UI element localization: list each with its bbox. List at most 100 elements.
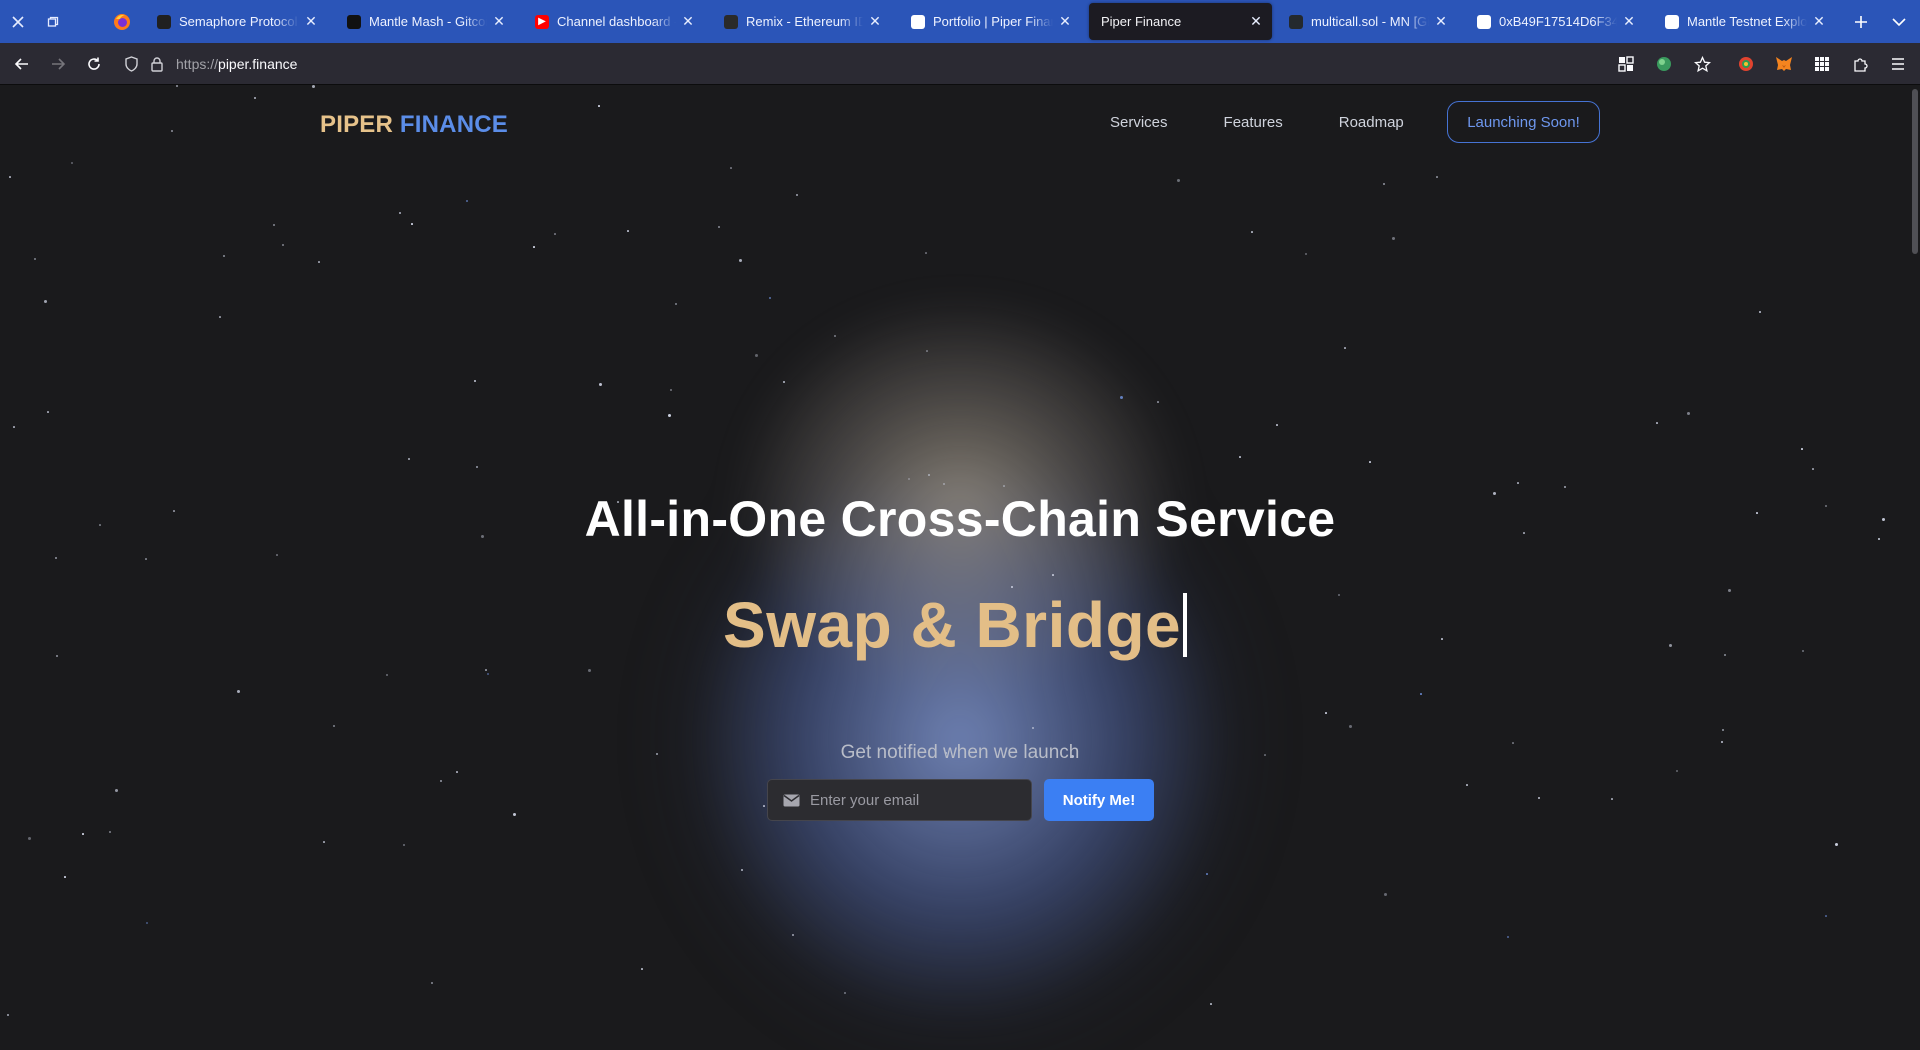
star <box>796 194 798 196</box>
hamburger-menu-icon <box>1892 58 1904 70</box>
lock-icon[interactable] <box>146 53 168 75</box>
reload-icon <box>88 57 100 70</box>
apps-grid-button[interactable] <box>1808 50 1836 78</box>
star <box>513 813 516 816</box>
bookmark-star-button[interactable] <box>1688 50 1716 78</box>
star <box>755 354 758 357</box>
forward-button[interactable] <box>44 50 72 78</box>
close-tab-icon[interactable]: ✕ <box>680 13 696 30</box>
back-button[interactable] <box>8 50 36 78</box>
star <box>668 414 671 417</box>
star <box>1835 843 1838 846</box>
reload-button[interactable] <box>80 50 108 78</box>
app-menu-button[interactable] <box>1884 50 1912 78</box>
vpn-globe-button[interactable] <box>1650 50 1678 78</box>
star <box>145 558 147 560</box>
tab-3[interactable]: ▶ Channel dashboard - Y ✕ <box>523 4 704 39</box>
close-tab-icon[interactable]: ✕ <box>303 13 319 30</box>
grid-icon <box>1815 57 1829 71</box>
star <box>1384 893 1387 896</box>
star <box>1383 183 1385 185</box>
site-logo[interactable]: PIPER FINANCE <box>320 111 508 139</box>
star <box>408 458 410 460</box>
star <box>9 176 11 178</box>
mantle-favicon-icon <box>1665 14 1679 29</box>
star <box>844 992 846 994</box>
star <box>792 934 794 936</box>
extension-colorful-button[interactable] <box>1732 50 1760 78</box>
extensions-button[interactable] <box>1846 50 1874 78</box>
notify-me-button[interactable]: Notify Me! <box>1044 779 1154 821</box>
launching-soon-button[interactable]: Launching Soon! <box>1447 101 1600 143</box>
url-host: piper.finance <box>218 56 298 72</box>
page-scrollbar[interactable] <box>1912 89 1918 254</box>
close-tab-icon[interactable]: ✕ <box>491 13 507 30</box>
pinned-tab-firefox[interactable] <box>96 0 148 43</box>
email-input[interactable] <box>810 791 1020 809</box>
star <box>1656 422 1658 424</box>
close-tab-icon[interactable]: ✕ <box>1248 13 1264 30</box>
tab-5[interactable]: Portfolio | Piper Financ ✕ <box>899 4 1081 39</box>
star <box>171 130 173 132</box>
star <box>487 673 489 675</box>
tab-4[interactable]: Remix - Ethereum IDE ✕ <box>712 4 891 39</box>
star <box>386 674 388 676</box>
star <box>1177 179 1180 182</box>
star <box>1466 784 1468 786</box>
star <box>1759 311 1761 313</box>
star <box>219 316 221 318</box>
star <box>223 255 225 257</box>
chevron-down-icon <box>1892 17 1906 26</box>
star <box>282 244 284 246</box>
close-tab-icon[interactable]: ✕ <box>1811 13 1827 30</box>
nav-services[interactable]: Services <box>1110 114 1168 131</box>
email-field[interactable] <box>767 779 1032 821</box>
globe-icon <box>1657 57 1671 71</box>
star <box>323 841 325 843</box>
close-tab-icon[interactable]: ✕ <box>1621 13 1637 30</box>
tab-6[interactable]: Piper Finance ✕ <box>1089 3 1272 40</box>
piper-favicon-icon <box>911 14 925 29</box>
star <box>763 805 765 807</box>
logo-piper: PIPER <box>320 111 394 138</box>
new-tab-button[interactable] <box>1848 0 1874 43</box>
list-all-tabs-button[interactable] <box>1886 0 1912 43</box>
star <box>254 97 256 99</box>
star <box>47 411 49 413</box>
mantle-favicon-icon <box>1477 14 1491 29</box>
envelope-icon <box>772 794 810 807</box>
star <box>769 297 771 299</box>
address-bar[interactable]: https://piper.finance <box>120 48 1620 80</box>
star <box>908 478 910 480</box>
close-tab-icon[interactable]: ✕ <box>1057 13 1073 30</box>
tracking-protection-icon[interactable] <box>120 53 142 75</box>
star <box>741 869 743 871</box>
star <box>730 167 732 169</box>
close-window-button[interactable] <box>0 0 35 43</box>
tab-7[interactable]: multicall.sol - MN [GitH ✕ <box>1277 4 1457 39</box>
close-tab-icon[interactable]: ✕ <box>1433 13 1449 30</box>
reader-view-button[interactable] <box>1612 50 1640 78</box>
star <box>476 466 478 468</box>
close-tab-icon[interactable]: ✕ <box>867 13 883 30</box>
hero-typewriter-text: Swap & Bridge <box>723 588 1188 662</box>
tab-9[interactable]: Mantle Testnet Explore ✕ <box>1653 4 1835 39</box>
star <box>1538 797 1540 799</box>
tab-title: multicall.sol - MN [GitH <box>1311 14 1429 29</box>
star <box>431 982 433 984</box>
metamask-button[interactable] <box>1770 50 1798 78</box>
restore-window-button[interactable] <box>35 0 70 43</box>
star <box>13 426 15 428</box>
star <box>1669 644 1672 647</box>
star <box>1052 574 1054 576</box>
star <box>943 483 945 485</box>
nav-roadmap[interactable]: Roadmap <box>1339 114 1404 131</box>
star <box>1392 237 1395 240</box>
star <box>1676 770 1678 772</box>
tab-1[interactable]: Semaphore Protocol | ✕ <box>145 4 327 39</box>
nav-features[interactable]: Features <box>1224 114 1283 131</box>
restore-icon <box>47 16 58 27</box>
star <box>82 833 84 835</box>
tab-2[interactable]: Mantle Mash - Gitcoin ✕ <box>335 4 515 39</box>
tab-8[interactable]: 0xB49F17514D6F340d ✕ <box>1465 4 1645 39</box>
